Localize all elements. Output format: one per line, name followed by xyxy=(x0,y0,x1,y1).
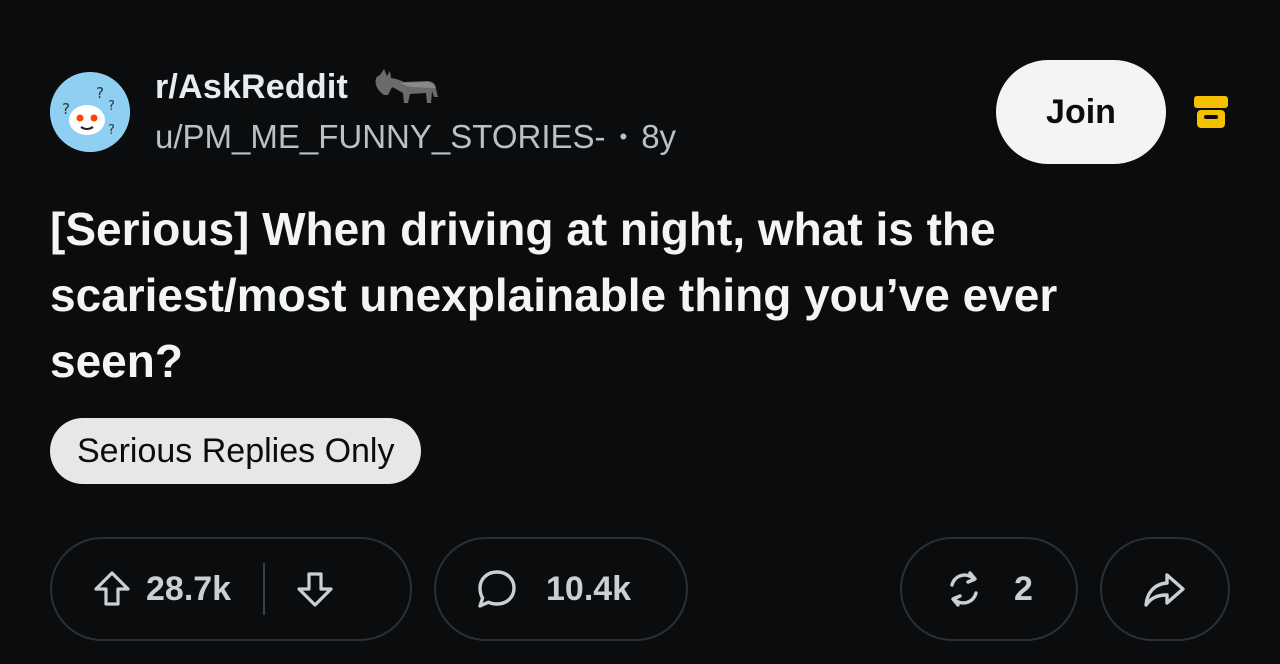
crosspost-icon xyxy=(950,571,978,607)
svg-text:?: ? xyxy=(108,123,115,138)
author-username[interactable]: u/PM_ME_FUNNY_STORIES- xyxy=(155,118,606,156)
separator-dot: • xyxy=(619,124,628,149)
svg-text:?: ? xyxy=(62,100,70,118)
arrow-down-icon xyxy=(297,572,333,607)
svg-text:?: ? xyxy=(96,84,104,102)
archive-icon[interactable] xyxy=(1192,94,1230,130)
author-row: u/PM_ME_FUNNY_STORIES- • 8y xyxy=(155,118,676,156)
comment-bubble-icon xyxy=(478,570,516,608)
comment-count: 10.4k xyxy=(546,569,632,608)
svg-text:?: ? xyxy=(108,99,115,114)
subreddit-row: r/AskReddit xyxy=(155,62,676,112)
share-button[interactable] xyxy=(1100,537,1230,641)
post-title[interactable]: [Serious] When driving at night, what is… xyxy=(50,196,1170,394)
post-meta: r/AskReddit u/PM_ME_FUNNY_STORIES- • 8y xyxy=(155,62,676,156)
crosspost-count: 2 xyxy=(1014,569,1033,608)
post-flair[interactable]: Serious Replies Only xyxy=(50,418,422,484)
subreddit-avatar-icon[interactable]: ? ? ? ? xyxy=(50,72,130,152)
join-button[interactable]: Join xyxy=(996,60,1166,164)
subreddit-name[interactable]: r/AskReddit xyxy=(155,68,348,107)
upvote-count: 28.7k xyxy=(146,569,232,608)
arrow-up-icon xyxy=(94,571,130,606)
downvote-button[interactable] xyxy=(295,569,335,609)
vote-divider xyxy=(263,563,266,615)
crosspost-button[interactable]: 2 xyxy=(900,537,1078,641)
post-age: 8y xyxy=(641,118,677,155)
donkey-flair-icon xyxy=(375,69,439,103)
post-card: ? ? ? ? r/AskReddit u/PM_ME_FUNNY_STORIE… xyxy=(0,0,1280,664)
upvote-button[interactable] xyxy=(92,569,132,609)
comments-button[interactable]: 10.4k xyxy=(434,537,688,641)
vote-bar: 28.7k xyxy=(50,537,412,641)
share-arrow-icon xyxy=(1144,573,1185,607)
